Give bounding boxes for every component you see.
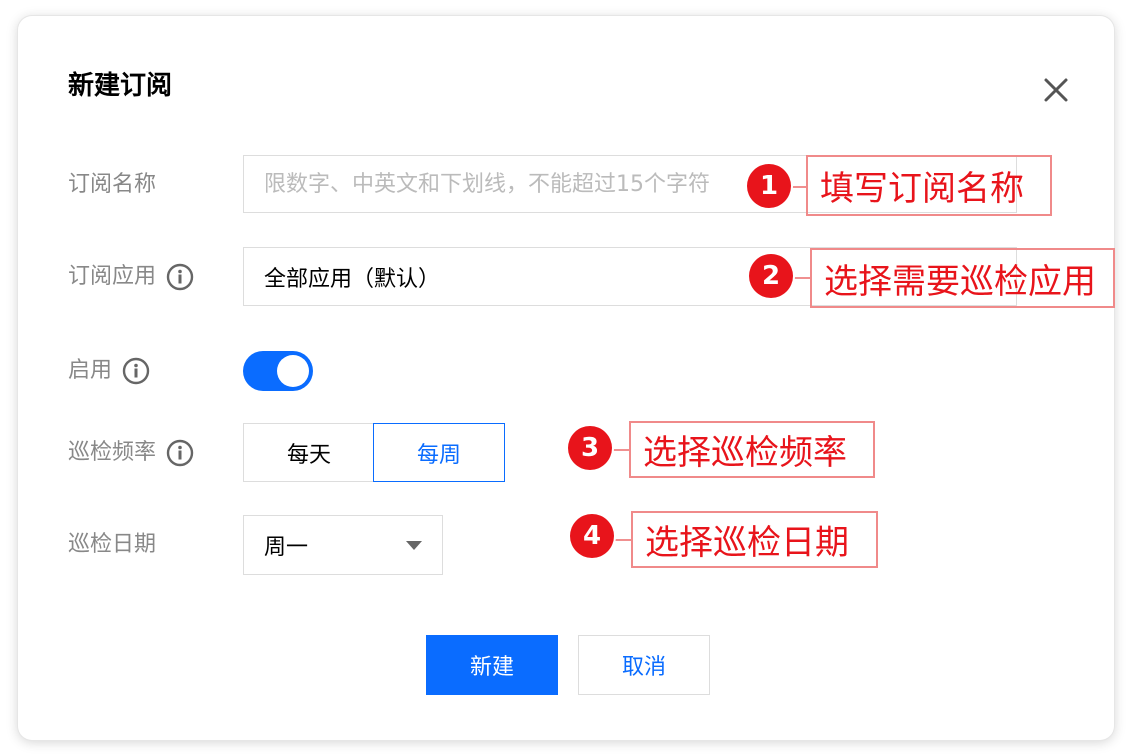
name-label-text: 订阅名称 bbox=[68, 172, 157, 197]
name-label: 订阅名称 bbox=[68, 170, 156, 200]
info-icon[interactable] bbox=[122, 357, 150, 385]
annotation-leader bbox=[613, 539, 631, 541]
annotation-badge-1: 1 bbox=[747, 164, 791, 208]
annotation-label-4: 选择巡检日期 bbox=[631, 511, 878, 568]
date-label: 巡检日期 bbox=[68, 530, 156, 560]
annotation-badge-4: 4 bbox=[570, 514, 614, 558]
cancel-button[interactable]: 取消 bbox=[578, 635, 710, 695]
dialog-title: 新建订阅 bbox=[68, 71, 173, 101]
app-select-value: 全部应用（默认） bbox=[264, 266, 441, 292]
date-label-text: 巡检日期 bbox=[68, 532, 157, 557]
annotation-leader bbox=[792, 277, 810, 279]
annotation-badge-3: 3 bbox=[568, 426, 612, 470]
toggle-knob bbox=[277, 355, 309, 387]
new-subscription-dialog bbox=[18, 16, 1114, 740]
date-dropdown-value: 周一 bbox=[264, 535, 309, 560]
annotation-badge-2: 2 bbox=[749, 254, 793, 298]
annotation-label-1: 填写订阅名称 bbox=[806, 155, 1052, 216]
annotation-leader bbox=[611, 449, 629, 451]
close-icon[interactable] bbox=[1040, 74, 1072, 106]
app-label: 订阅应用 bbox=[68, 262, 194, 292]
enabled-toggle[interactable] bbox=[243, 351, 313, 391]
create-button[interactable]: 新建 bbox=[426, 635, 558, 695]
annotation-leader bbox=[790, 186, 806, 188]
enabled-label: 启用 bbox=[68, 356, 150, 386]
enabled-label-text: 启用 bbox=[68, 358, 113, 383]
frequency-option-daily[interactable]: 每天 bbox=[243, 423, 374, 482]
caret-down-icon bbox=[406, 540, 422, 550]
annotation-label-2: 选择需要巡检应用 bbox=[810, 248, 1115, 308]
info-icon[interactable] bbox=[166, 263, 194, 291]
frequency-option-weekly[interactable]: 每周 bbox=[373, 423, 505, 482]
frequency-label: 巡检频率 bbox=[68, 438, 194, 468]
date-dropdown[interactable]: 周一 bbox=[243, 515, 443, 575]
frequency-label-text: 巡检频率 bbox=[68, 440, 157, 465]
info-icon[interactable] bbox=[166, 439, 194, 467]
annotation-label-3: 选择巡检频率 bbox=[629, 421, 875, 478]
app-label-text: 订阅应用 bbox=[68, 264, 157, 289]
